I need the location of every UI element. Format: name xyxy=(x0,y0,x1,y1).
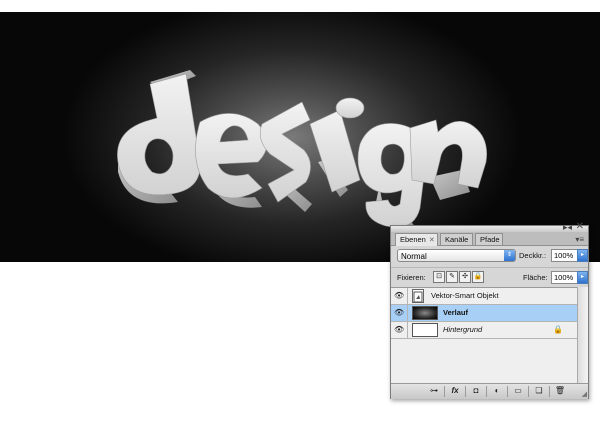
layer-name: Vektor-Smart Objekt xyxy=(431,291,499,300)
opacity-label: Deckkr.: xyxy=(519,251,547,260)
opacity-input[interactable]: 100% xyxy=(551,249,579,262)
layer-list-scrollbar[interactable] xyxy=(577,287,588,383)
adjustment-layer-icon[interactable]: ◐ xyxy=(491,386,503,396)
fill-slider-arrow-icon[interactable]: ▸ xyxy=(577,271,588,284)
smart-object-icon xyxy=(412,289,424,303)
select-arrow-icon[interactable]: ⇕ xyxy=(504,250,515,261)
layer-mask-icon[interactable]: ◘ xyxy=(470,386,482,396)
layer-list: 👁 Vektor-Smart Objekt 👁 Verlauf 👁 Hinter… xyxy=(391,287,577,384)
letter-d xyxy=(117,73,201,196)
resize-grip-icon[interactable]: ◢ xyxy=(582,390,587,398)
layer-row-verlauf[interactable]: 👁 Verlauf xyxy=(391,305,577,322)
divider xyxy=(407,322,408,339)
divider xyxy=(444,386,445,397)
eye-icon[interactable]: 👁 xyxy=(394,291,404,301)
tab-ebenen[interactable]: Ebenen ✕ xyxy=(395,233,438,246)
panel-bottom-toolbar: ⊶ fx ◘ ◐ ▭ ❏ 🗑 ◢ xyxy=(391,383,588,399)
panel-menu-icon[interactable]: ▾≡ xyxy=(575,235,584,244)
close-panel-icon[interactable]: ✕ xyxy=(576,221,584,232)
divider xyxy=(407,305,408,322)
tab-pfade[interactable]: Pfade xyxy=(475,233,503,245)
fill-label: Fläche: xyxy=(523,273,548,282)
lock-fill-row: Fixieren: ⊡ ✎ ✣ 🔒 Fläche: 100% ▸ xyxy=(391,267,588,287)
letter-s xyxy=(259,101,311,203)
fill-input[interactable]: 100% xyxy=(551,271,579,284)
move-icon[interactable]: ✣ xyxy=(459,271,471,283)
brush-icon[interactable]: ✎ xyxy=(446,271,458,283)
tab-label: Kanäle xyxy=(445,235,469,244)
lock-transparent-icon[interactable]: ⊡ xyxy=(433,271,445,283)
layer-row-vektor-smart-objekt[interactable]: 👁 Vektor-Smart Objekt xyxy=(391,288,577,305)
tab-kanaele[interactable]: Kanäle xyxy=(440,233,473,245)
layers-panel: ▸◂ ✕ Ebenen ✕ Kanäle Pfade ▾≡ Normal ⇕ De… xyxy=(390,221,589,399)
panel-tabs: Ebenen ✕ Kanäle Pfade ▾≡ xyxy=(391,232,588,246)
blend-mode-value: Normal xyxy=(401,252,427,261)
divider xyxy=(407,288,408,305)
blend-opacity-row: Normal ⇕ Deckkr.: 100% ▸ xyxy=(391,246,588,266)
tab-label: Ebenen xyxy=(400,235,426,244)
tab-label: Pfade xyxy=(480,235,500,244)
trash-icon[interactable]: 🗑 xyxy=(554,386,566,396)
letter-i-dot xyxy=(335,97,365,119)
new-layer-icon[interactable]: ❏ xyxy=(533,386,545,396)
gradient-thumbnail xyxy=(412,306,438,320)
layer-row-hintergrund[interactable]: 👁 Hintergrund 🔒 xyxy=(391,322,577,339)
opacity-slider-arrow-icon[interactable]: ▸ xyxy=(577,249,588,262)
lock-label: Fixieren: xyxy=(397,273,426,282)
divider xyxy=(507,386,508,397)
divider xyxy=(549,386,550,397)
divider xyxy=(486,386,487,397)
divider xyxy=(528,386,529,397)
divider xyxy=(465,386,466,397)
layer-lock-icon: 🔒 xyxy=(553,325,563,334)
close-tab-icon[interactable]: ✕ xyxy=(429,237,435,244)
letter-i xyxy=(309,109,361,193)
white-thumbnail xyxy=(412,323,438,337)
letter-e xyxy=(195,113,268,199)
layer-name: Hintergrund xyxy=(443,325,483,334)
eye-icon[interactable]: 👁 xyxy=(394,308,404,318)
link-layers-icon[interactable]: ⊶ xyxy=(428,386,440,396)
eye-icon[interactable]: 👁 xyxy=(394,325,404,335)
layer-name: Verlauf xyxy=(443,308,469,317)
lock-icon[interactable]: 🔒 xyxy=(472,271,484,283)
blend-mode-select[interactable]: Normal ⇕ xyxy=(397,249,516,262)
fx-icon[interactable]: fx xyxy=(449,386,461,396)
new-group-icon[interactable]: ▭ xyxy=(512,386,524,396)
